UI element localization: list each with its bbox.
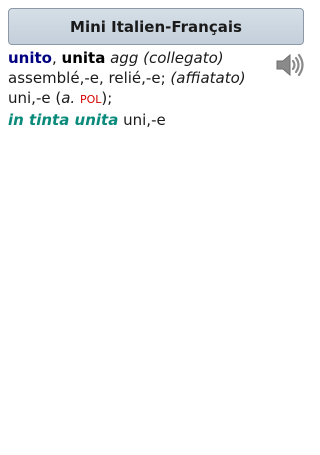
dictionary-entry: unito, unita agg (collegato) assemblé,-e… [8,48,272,130]
sense1-translation: assemblé,-e, relié,-e; [8,69,166,87]
phrase-example: in tinta unita [8,111,119,129]
phrase-translation: uni,-e [123,111,166,129]
sense2-translation: uni,-e ( [8,89,62,107]
sense1-note: (collegato) [143,49,224,67]
headword[interactable]: unito [8,49,52,67]
domain-label: POL [79,93,102,106]
sense2-note: (affiatato) [170,69,246,87]
app-title-bar: Mini Italien-Français [8,8,304,45]
sense2-abbr: a. [61,89,76,107]
part-of-speech: agg [110,49,139,67]
headword-feminine: unita [61,49,106,67]
headword-separator: , [51,49,62,67]
speaker-icon[interactable] [275,52,305,78]
page-title: Mini Italien-Français [70,17,242,36]
sense2-close: ); [101,89,113,107]
